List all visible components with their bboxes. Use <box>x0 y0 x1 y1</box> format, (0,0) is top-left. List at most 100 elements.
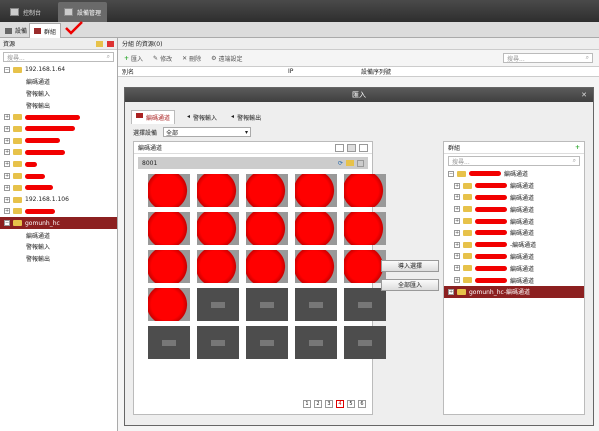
empty-channel-slot[interactable] <box>344 326 386 359</box>
channel-thumbnail[interactable] <box>295 212 337 245</box>
empty-channel-slot[interactable] <box>197 288 239 321</box>
expand-icon[interactable]: + <box>4 137 10 144</box>
channel-thumbnail[interactable] <box>344 174 386 207</box>
page-button[interactable]: 3 <box>325 400 333 408</box>
tree-item[interactable]: − gomunh_hc <box>0 217 117 230</box>
channel-thumbnail[interactable] <box>197 212 239 245</box>
tree-item[interactable]: 警報輸出 <box>0 253 117 265</box>
refresh-icon[interactable]: ⟳ <box>338 160 343 167</box>
tab-devices[interactable]: 設備 <box>1 23 31 38</box>
import-all-button[interactable]: 全部匯入 <box>381 279 439 291</box>
column-serial[interactable]: 設備序列號 <box>361 67 391 76</box>
empty-channel-slot[interactable] <box>197 326 239 359</box>
close-icon[interactable]: ✕ <box>581 88 587 102</box>
channel-thumbnail[interactable] <box>148 288 190 321</box>
tree-item[interactable]: 警報輸入 <box>0 241 117 253</box>
expand-icon[interactable]: + <box>454 218 460 225</box>
device-row[interactable]: 8001 ⟳ <box>138 157 368 169</box>
grid-view-icon[interactable] <box>347 143 356 152</box>
empty-channel-slot[interactable] <box>295 288 337 321</box>
delete-button[interactable]: ✕ 刪除 <box>182 53 201 64</box>
tree-item[interactable]: + <box>0 158 117 170</box>
modify-button[interactable]: ✎ 修改 <box>153 53 172 64</box>
tree-item[interactable]: +192.168.1.106 <box>0 194 117 206</box>
list-view-icon[interactable] <box>335 143 344 152</box>
group-item[interactable]: + gomunh_hc-編碼通道 <box>444 285 584 298</box>
page-button[interactable]: 1 <box>303 400 311 408</box>
tree-item[interactable]: + <box>0 206 117 218</box>
expand-icon[interactable]: + <box>448 288 454 295</box>
column-ip[interactable]: IP <box>288 68 361 75</box>
group-item[interactable]: + 編碼通道 <box>444 262 584 274</box>
expand-icon[interactable]: + <box>454 265 460 272</box>
expand-icon[interactable]: − <box>448 170 454 177</box>
tab-device-management[interactable]: 設備管理 <box>58 2 108 22</box>
add-group-icon[interactable]: + <box>575 144 580 151</box>
tree-item[interactable]: 警報輸入 <box>0 88 117 100</box>
column-alias[interactable]: 別名 <box>118 67 288 76</box>
empty-channel-slot[interactable] <box>148 326 190 359</box>
tab-alarm-input[interactable]: ◂ 警報輸入 <box>185 111 219 124</box>
page-button[interactable]: 4 <box>336 400 344 408</box>
expand-icon[interactable]: + <box>454 206 460 213</box>
folder-icon[interactable] <box>346 159 354 166</box>
expand-icon[interactable]: + <box>454 182 460 189</box>
tree-item[interactable]: + <box>0 135 117 147</box>
expand-icon[interactable]: + <box>4 173 10 180</box>
channel-thumbnail[interactable] <box>246 212 288 245</box>
tree-item[interactable]: + <box>0 182 117 194</box>
empty-channel-slot[interactable] <box>246 288 288 321</box>
tab-groups[interactable]: 群組 <box>29 23 62 38</box>
tree-item[interactable]: + <box>0 111 117 123</box>
groups-search[interactable]: 搜尋... ⌕ <box>448 156 580 166</box>
delete-icon[interactable] <box>357 159 364 167</box>
resource-search[interactable]: 搜尋... ⌕ <box>3 52 114 62</box>
channel-thumbnail[interactable] <box>295 174 337 207</box>
expand-icon[interactable]: + <box>454 253 460 260</box>
tree-item[interactable]: + <box>0 170 117 182</box>
group-item[interactable]: + 編碼通道 <box>444 192 584 204</box>
expand-icon[interactable]: + <box>4 149 10 156</box>
expand-icon[interactable]: + <box>4 125 10 132</box>
add-group-icon[interactable] <box>96 40 103 47</box>
empty-channel-slot[interactable] <box>246 326 288 359</box>
expand-icon[interactable]: + <box>454 229 460 236</box>
tree-item[interactable]: 編碼通道 <box>0 229 117 241</box>
collapse-icon[interactable]: − <box>4 66 10 73</box>
import-selected-button[interactable]: 導入選擇 <box>381 260 439 272</box>
expand-icon[interactable]: + <box>4 161 10 168</box>
tree-item[interactable]: − 192.168.1.64 <box>0 64 117 76</box>
tree-item[interactable]: 編碼通道 <box>0 76 117 88</box>
import-button[interactable]: + 匯入 <box>124 53 143 64</box>
channel-thumbnail[interactable] <box>197 250 239 283</box>
channel-thumbnail[interactable] <box>148 174 190 207</box>
channel-thumbnail[interactable] <box>344 250 386 283</box>
tree-item[interactable]: + <box>0 123 117 135</box>
tree-item[interactable]: 警報輸出 <box>0 99 117 111</box>
page-button[interactable]: 6 <box>358 400 366 408</box>
main-search[interactable]: 搜尋... ⌕ <box>503 53 593 63</box>
group-item[interactable]: + 編碼通道 <box>444 180 584 192</box>
expand-icon[interactable]: + <box>4 196 10 203</box>
expand-icon[interactable]: + <box>454 241 460 248</box>
expand-icon[interactable]: + <box>4 208 10 215</box>
tab-console[interactable]: 控制台 <box>4 2 47 22</box>
group-item[interactable]: + 編碼通道 <box>444 274 584 286</box>
group-item[interactable]: + 編碼通道 <box>444 215 584 227</box>
empty-channel-slot[interactable] <box>344 288 386 321</box>
group-item[interactable]: + 編碼通道 <box>444 203 584 215</box>
group-item[interactable]: + -編碼通道 <box>444 239 584 251</box>
channel-thumbnail[interactable] <box>197 174 239 207</box>
collapse-icon[interactable]: − <box>4 220 10 227</box>
channel-thumbnail[interactable] <box>295 250 337 283</box>
group-item[interactable]: − 編碼通道 <box>444 168 584 180</box>
channel-thumbnail[interactable] <box>246 174 288 207</box>
group-item[interactable]: + 編碼通道 <box>444 251 584 263</box>
page-button[interactable]: 2 <box>314 400 322 408</box>
collapse-icon[interactable] <box>359 143 368 152</box>
channel-thumbnail[interactable] <box>344 212 386 245</box>
remote-config-button[interactable]: ⚙ 遠端設定 <box>211 53 242 64</box>
expand-icon[interactable]: + <box>454 194 460 201</box>
expand-icon[interactable]: + <box>4 184 10 191</box>
empty-channel-slot[interactable] <box>295 326 337 359</box>
